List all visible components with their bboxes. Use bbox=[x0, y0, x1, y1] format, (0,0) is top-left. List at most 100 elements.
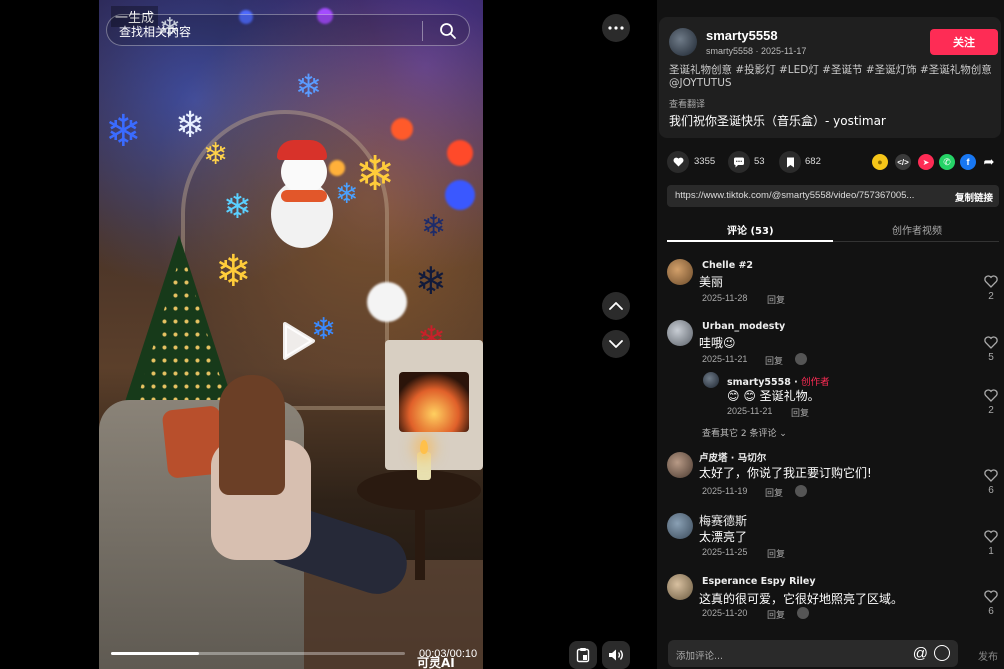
candle-flame bbox=[420, 440, 428, 454]
more-options-button[interactable] bbox=[602, 14, 630, 42]
heart-outline-icon[interactable] bbox=[984, 469, 998, 482]
search-icon[interactable] bbox=[439, 22, 457, 40]
light-spot bbox=[447, 140, 473, 166]
light-spot bbox=[391, 118, 413, 140]
reply-button[interactable]: 回复 bbox=[767, 293, 785, 306]
commenter-avatar[interactable] bbox=[667, 574, 693, 600]
reply-button[interactable]: 回复 bbox=[765, 486, 783, 499]
snowflake-blue: ❄ bbox=[295, 67, 322, 105]
reply-button[interactable]: 回复 bbox=[791, 406, 809, 419]
mention-icon[interactable]: @ bbox=[913, 645, 928, 662]
snowflake-dark: ❄ bbox=[415, 259, 447, 303]
heart-outline-icon[interactable] bbox=[984, 530, 998, 543]
heart-outline-icon[interactable] bbox=[984, 275, 998, 288]
like-button[interactable] bbox=[667, 151, 689, 173]
commenter-avatar[interactable] bbox=[703, 372, 719, 388]
author-meta: smarty5558 · 2025-11-17 bbox=[706, 46, 807, 56]
ai-watermark: 可灵AI bbox=[417, 656, 455, 669]
comment-like-count: 2 bbox=[988, 405, 994, 416]
active-tab-indicator bbox=[667, 240, 833, 242]
snowflake-blue: ❄ bbox=[335, 177, 359, 210]
divider bbox=[422, 21, 423, 41]
previous-video-button[interactable] bbox=[602, 292, 630, 320]
embed-icon[interactable]: </> bbox=[895, 154, 911, 170]
comment-date: 2025-11-28 bbox=[702, 293, 748, 303]
like-count: 3355 bbox=[694, 156, 716, 167]
play-icon[interactable] bbox=[273, 318, 319, 364]
comment-like-count: 1 bbox=[988, 546, 994, 557]
comment-like-count: 6 bbox=[988, 485, 994, 496]
save-count: 682 bbox=[805, 156, 821, 167]
reply-button[interactable]: 回复 bbox=[767, 547, 785, 560]
commenter-avatar[interactable] bbox=[667, 452, 693, 478]
mini-player-button[interactable] bbox=[569, 641, 597, 669]
video-url[interactable]: https://www.tiktok.com/@smarty5558/video… bbox=[675, 190, 935, 201]
tab-creator-videos[interactable]: 创作者视频 bbox=[892, 222, 942, 237]
video-search-bar[interactable]: 查找相关内容 bbox=[106, 14, 470, 46]
bookmark-icon bbox=[786, 157, 794, 167]
clipboard-icon bbox=[576, 648, 590, 663]
commenter-name[interactable]: smarty5558 · 创作者 bbox=[727, 374, 830, 388]
see-translation-link[interactable]: 查看翻译 bbox=[669, 97, 705, 110]
music-title[interactable]: 我们祝你圣诞快乐（音乐盒）- yostimar bbox=[669, 112, 886, 129]
chevron-up-icon bbox=[609, 302, 623, 310]
heart-outline-icon[interactable] bbox=[984, 389, 998, 402]
snowflake-dark: ❄ bbox=[421, 209, 447, 244]
search-hint: 查找相关内容 bbox=[119, 25, 192, 39]
comment-text: 太漂亮了 bbox=[699, 530, 748, 544]
chevron-down-icon bbox=[609, 340, 623, 348]
share-arrow-icon[interactable]: ➦ bbox=[981, 154, 997, 170]
tiktok-video-page: ❄ ❄ ❄ ❄ ❄ ❄ ❄ ❄ ❄ ❄ ❄ ❄ ❄ 一生成 查找相关内容 00:… bbox=[0, 0, 1004, 669]
heart-outline-icon[interactable] bbox=[984, 590, 998, 603]
save-button[interactable] bbox=[779, 151, 801, 173]
commenter-name[interactable]: 梅赛德斯 bbox=[699, 512, 747, 529]
comment-date: 2025-11-25 bbox=[702, 547, 748, 557]
comment-text: 这真的很可爱，它很好地照亮了区域。 bbox=[699, 592, 904, 606]
author-name[interactable]: smarty5558 bbox=[706, 28, 778, 43]
author-card: smarty5558 smarty5558 · 2025-11-17 关注 圣诞… bbox=[659, 17, 1001, 138]
video-progress-bar[interactable] bbox=[111, 652, 405, 655]
view-more-replies-link[interactable]: 查看其它 2 条评论 ⌄ bbox=[702, 426, 787, 439]
person-hair bbox=[219, 375, 285, 495]
comment-text: 😊 😊 圣诞礼物。 bbox=[727, 389, 820, 403]
comment-text: 哇哦😉 bbox=[699, 336, 736, 350]
emoji-icon[interactable] bbox=[934, 645, 950, 661]
commenter-name[interactable]: Esperance Espy Riley bbox=[702, 576, 816, 587]
volume-button[interactable] bbox=[602, 641, 630, 669]
commenter-name[interactable]: Urban_modesty bbox=[702, 321, 785, 332]
comment-input[interactable]: 添加评论... @ bbox=[668, 640, 958, 667]
heart-icon bbox=[673, 157, 683, 167]
facebook-icon[interactable]: f bbox=[960, 154, 976, 170]
next-video-button[interactable] bbox=[602, 330, 630, 358]
commenter-name[interactable]: Chelle #2 bbox=[702, 260, 753, 271]
comment-placeholder: 添加评论... bbox=[676, 651, 724, 662]
light-spot bbox=[329, 160, 345, 176]
commenter-avatar[interactable] bbox=[667, 320, 693, 346]
follow-button[interactable]: 关注 bbox=[930, 29, 998, 55]
tab-comments[interactable]: 评论 (53) bbox=[727, 222, 774, 237]
post-comment-button[interactable]: 发布 bbox=[978, 648, 998, 663]
candle bbox=[417, 452, 431, 480]
commenter-avatar[interactable] bbox=[667, 259, 693, 285]
send-icon[interactable]: ➤ bbox=[918, 154, 934, 170]
whatsapp-icon[interactable]: ✆ bbox=[939, 154, 955, 170]
coin-icon[interactable]: ● bbox=[872, 154, 888, 170]
video-player[interactable]: ❄ ❄ ❄ ❄ ❄ ❄ ❄ ❄ ❄ ❄ ❄ ❄ ❄ 一生成 查找相关内容 00:… bbox=[99, 0, 483, 669]
commenter-name[interactable]: 卢皮塔 · 马切尔 bbox=[699, 450, 766, 464]
reply-button[interactable]: 回复 bbox=[767, 608, 785, 621]
comment-text: 太好了，你说了我正要订购它们! bbox=[699, 466, 872, 480]
author-avatar[interactable] bbox=[669, 28, 697, 56]
video-link-bar: https://www.tiktok.com/@smarty5558/video… bbox=[667, 185, 999, 207]
engagement-bar: 3355 53 682 ● </> ➤ ✆ f ➦ bbox=[657, 150, 1004, 174]
reply-button[interactable]: 回复 bbox=[765, 354, 783, 367]
snowflake-blue: ❄ bbox=[105, 106, 142, 157]
heart-outline-icon[interactable] bbox=[984, 336, 998, 349]
comment-button[interactable] bbox=[728, 151, 750, 173]
comment-text: 美丽 bbox=[699, 275, 724, 289]
comment-like-count: 6 bbox=[988, 606, 994, 617]
commenter-avatar[interactable] bbox=[667, 513, 693, 539]
table-leg bbox=[415, 500, 425, 580]
comment-bubble-icon bbox=[734, 157, 744, 167]
comment-date: 2025-11-21 bbox=[702, 354, 748, 364]
copy-link-button[interactable]: 复制链接 bbox=[955, 190, 993, 204]
